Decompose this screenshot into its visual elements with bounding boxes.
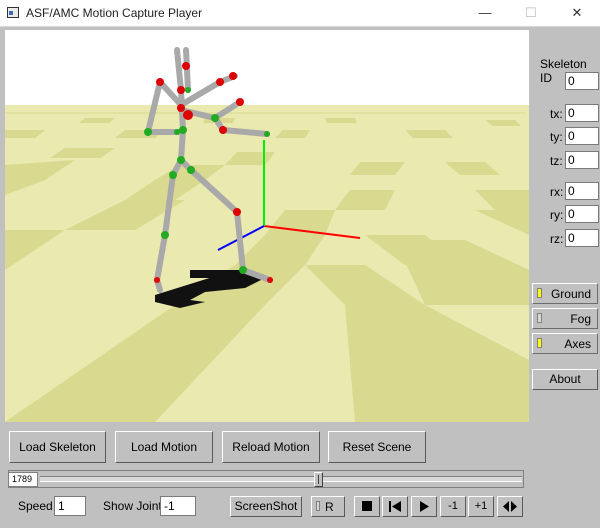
window-title: ASF/AMC Motion Capture Player (26, 6, 203, 20)
scene-render (5, 30, 529, 422)
about-button[interactable]: About (532, 369, 598, 390)
sky (5, 30, 529, 105)
tx-input[interactable]: 0 (565, 104, 599, 122)
record-button[interactable]: R (311, 496, 345, 517)
stop-button[interactable] (354, 496, 380, 517)
rx-label: rx: (550, 185, 564, 199)
axes-toggle[interactable]: Axes (532, 333, 598, 354)
load-skeleton-button[interactable]: Load Skeleton (9, 431, 106, 463)
play-button[interactable] (411, 496, 437, 517)
stop-icon (362, 501, 372, 511)
rz-input[interactable]: 0 (565, 229, 599, 247)
record-indicator (316, 501, 320, 511)
bounce-icon (503, 501, 517, 512)
screenshot-button[interactable]: ScreenShot (230, 496, 302, 517)
record-label: R (325, 500, 334, 514)
speed-input[interactable]: 1 (54, 496, 86, 516)
rx-input[interactable]: 0 (565, 182, 599, 200)
load-motion-button[interactable]: Load Motion (115, 431, 213, 463)
tz-label: tz: (550, 154, 563, 168)
rz-label: rz: (550, 232, 564, 246)
fog-indicator (537, 313, 542, 323)
step-forward-button[interactable]: +1 (468, 496, 494, 517)
slider-groove (40, 476, 522, 482)
motion-viewport[interactable] (5, 30, 529, 422)
ry-input[interactable]: 0 (565, 205, 599, 223)
ty-input[interactable]: 0 (565, 127, 599, 145)
ry-label: ry: (550, 208, 564, 222)
skip-start-icon (389, 501, 401, 512)
reset-scene-button[interactable]: Reset Scene (328, 431, 426, 463)
reload-motion-button[interactable]: Reload Motion (222, 431, 320, 463)
step-back-button[interactable]: -1 (440, 496, 466, 517)
show-joint-input[interactable]: -1 (160, 496, 196, 516)
rewind-button[interactable] (382, 496, 408, 517)
title-bar: ASF/AMC Motion Capture Player — ☐ ✕ (0, 0, 600, 27)
axes-indicator (537, 338, 542, 348)
skeleton-id-input[interactable]: 0 (565, 72, 599, 90)
minimize-button[interactable]: — (462, 0, 508, 26)
play-icon (419, 501, 429, 512)
fog-toggle-label: Fog (570, 312, 591, 326)
close-button[interactable]: ✕ (554, 0, 600, 26)
tz-input[interactable]: 0 (565, 151, 599, 169)
speed-label: Speed (18, 499, 53, 513)
axes-toggle-label: Axes (564, 337, 591, 351)
ty-label: ty: (550, 130, 563, 144)
maximize-button[interactable]: ☐ (508, 0, 554, 26)
show-joint-label: Show Joint (103, 499, 162, 513)
bounce-button[interactable] (497, 496, 523, 517)
tx-label: tx: (550, 107, 563, 121)
fog-toggle[interactable]: Fog (532, 308, 598, 329)
ground-toggle[interactable]: Ground (532, 283, 598, 304)
ground-indicator (537, 288, 542, 298)
ground-toggle-label: Ground (550, 287, 591, 301)
frame-counter: 1789 (8, 472, 38, 487)
app-icon (7, 7, 19, 18)
slider-thumb[interactable] (314, 472, 323, 487)
